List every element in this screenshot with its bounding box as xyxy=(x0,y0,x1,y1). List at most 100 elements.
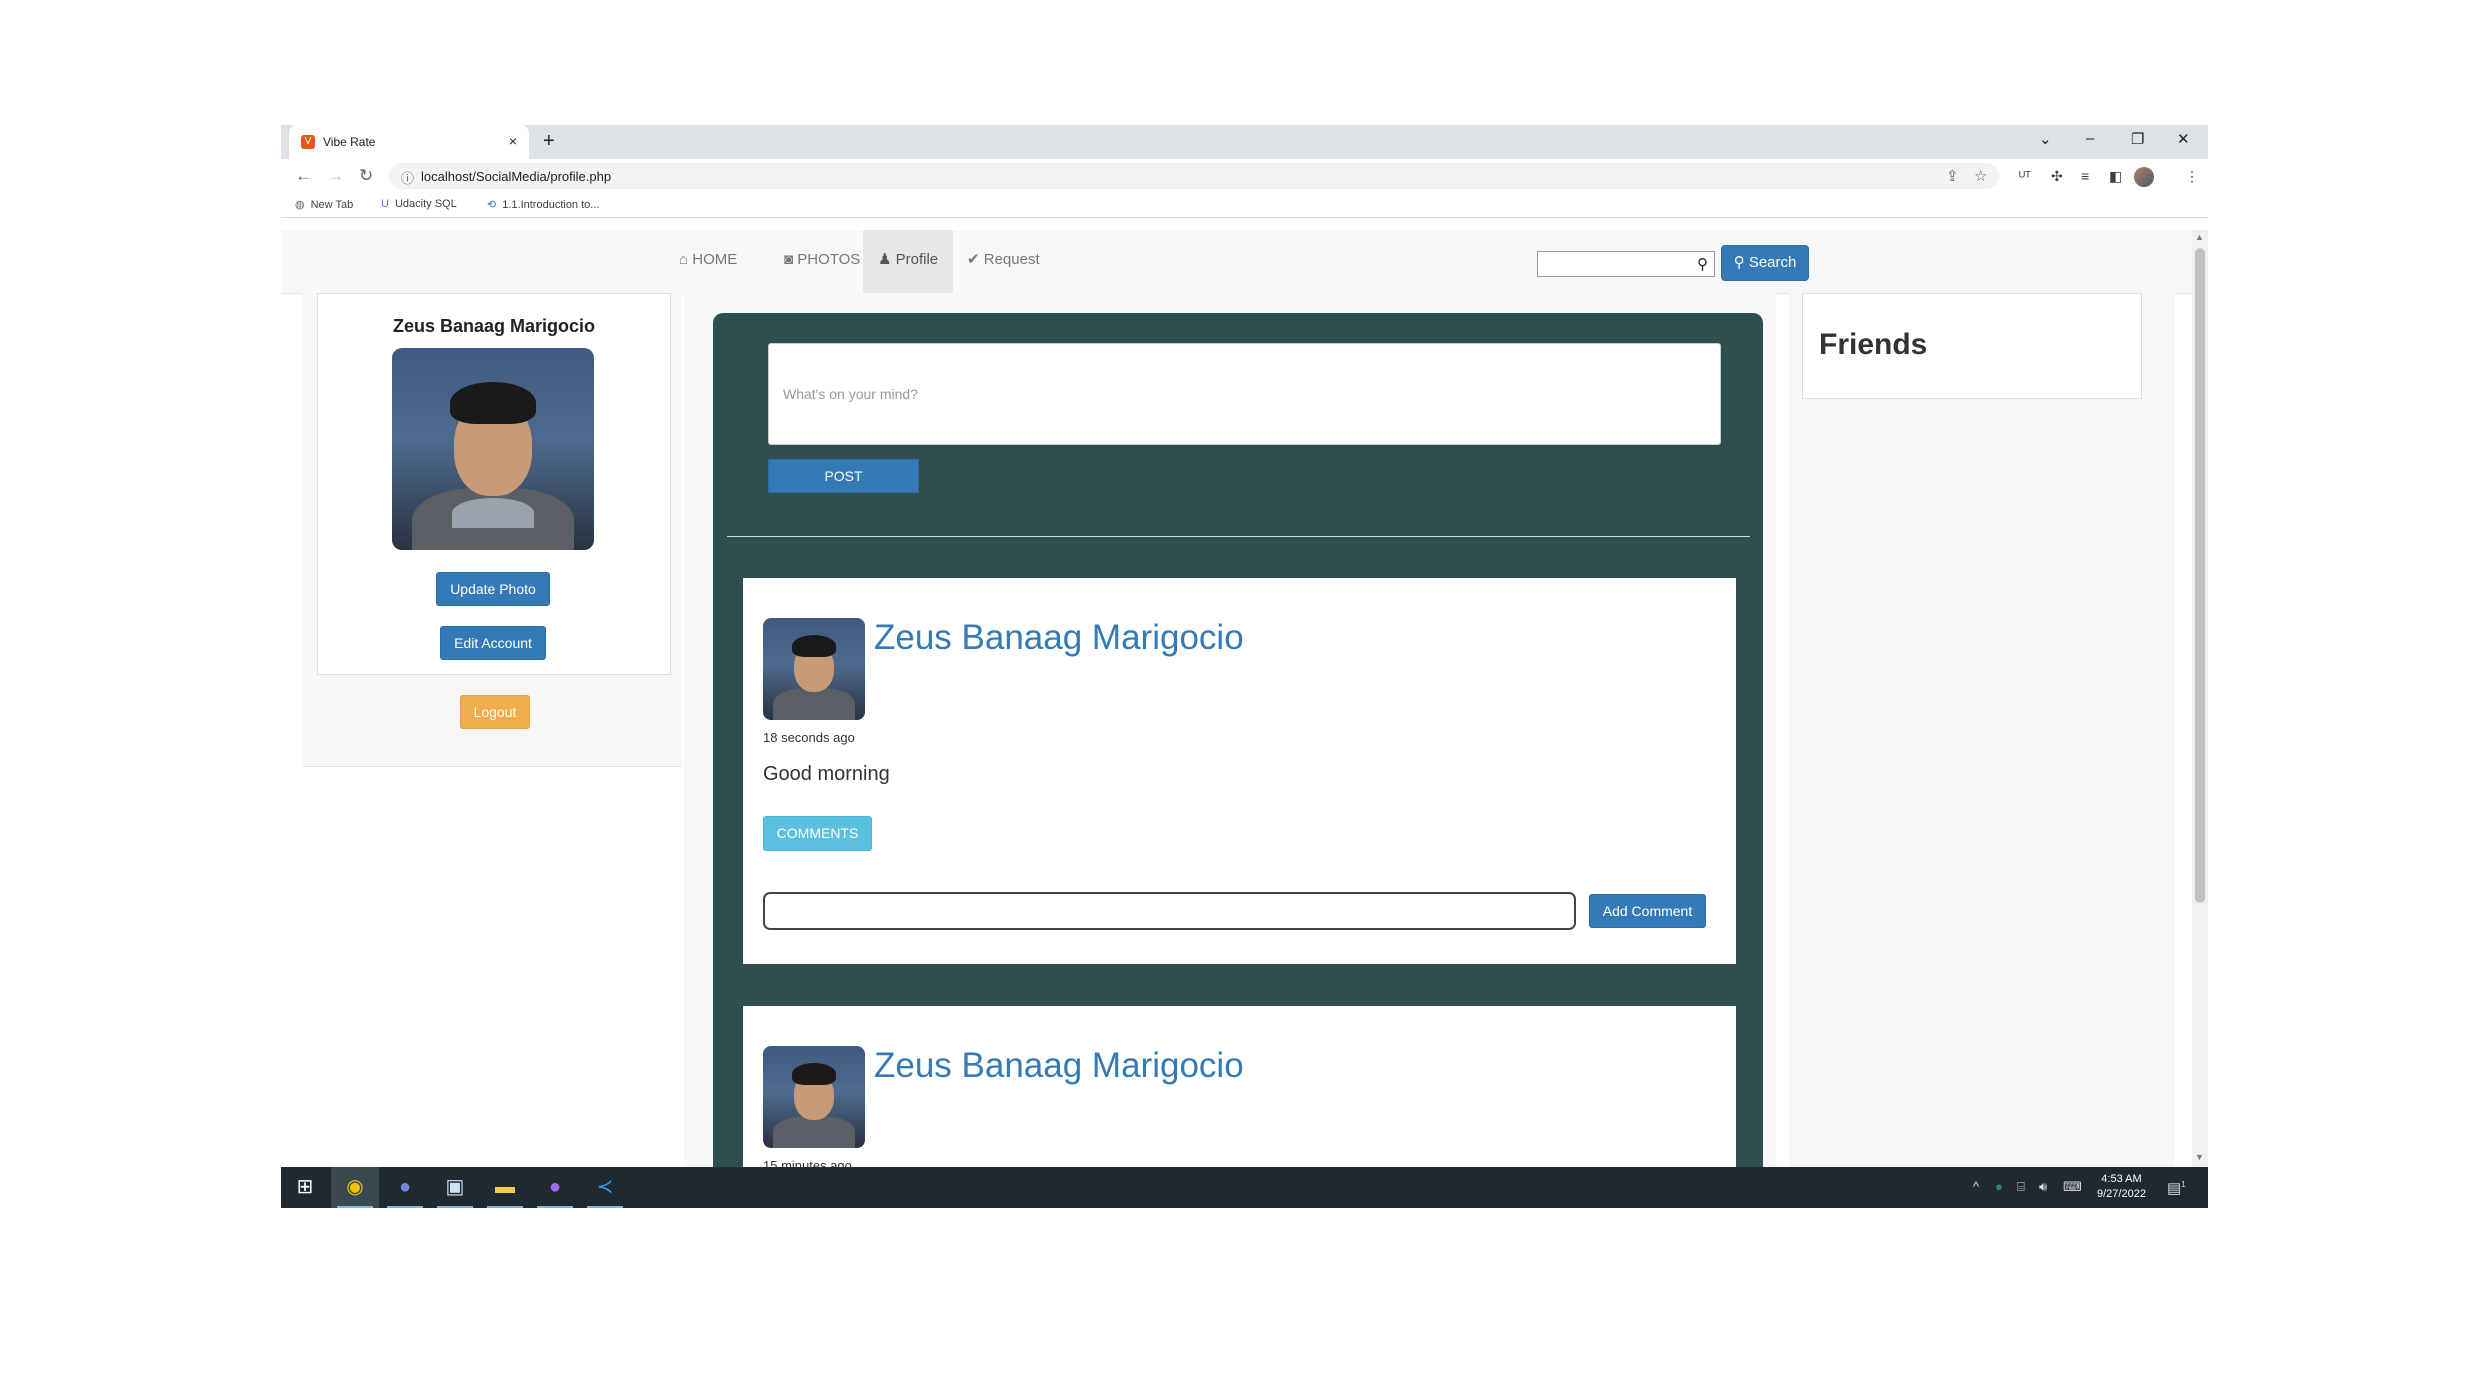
udacity-icon: U xyxy=(381,198,389,210)
notification-count: 1 xyxy=(2181,1180,2186,1189)
bookmark-star-icon[interactable]: ☆ xyxy=(1974,167,1987,185)
restore-button[interactable]: ❐ xyxy=(2131,130,2144,148)
scroll-thumb[interactable] xyxy=(2195,248,2205,903)
discord-icon[interactable]: ● xyxy=(381,1167,429,1208)
file-explorer-icon[interactable]: ▬ xyxy=(481,1167,529,1208)
profile-photo xyxy=(392,348,594,550)
address-bar[interactable]: ⓘ localhost/SocialMedia/profile.php ⇪ ☆ xyxy=(389,163,1999,189)
bookmark-introduction[interactable]: ⟲ 1.1.Introduction to... xyxy=(487,198,599,211)
network-icon[interactable]: ⌸ xyxy=(2017,1179,2025,1195)
feed-column: What's on your mind? POST Zeus Banaag Ma… xyxy=(684,293,1776,1167)
post-card: Zeus Banaag Marigocio 18 seconds ago Goo… xyxy=(743,578,1736,964)
browser-tab-strip: V Vibe Rate × + ⌄ – ❐ ✕ xyxy=(281,125,2208,159)
search-button[interactable]: ⚲ Search xyxy=(1721,245,1809,281)
bookmark-label: New Tab xyxy=(310,199,354,211)
post-timestamp: 18 seconds ago xyxy=(763,730,855,745)
search-icon: ⚲ xyxy=(1733,254,1745,271)
post-author-avatar[interactable] xyxy=(763,1046,865,1148)
share-icon[interactable]: ⇪ xyxy=(1946,167,1959,185)
nav-photos[interactable]: ◙ PHOTOS xyxy=(769,230,875,293)
browser-toolbar: ← → ↻ ⓘ localhost/SocialMedia/profile.ph… xyxy=(281,159,2208,193)
logout-button[interactable]: Logout xyxy=(460,695,530,729)
web-page: ⌂ HOME ◙ PHOTOS ♟ Profile ✔ Request ⚲ ⚲ … xyxy=(281,230,2192,1167)
nav-label: Profile xyxy=(895,251,939,268)
scroll-down-icon[interactable]: ▼ xyxy=(2195,1152,2204,1162)
post-author-name[interactable]: Zeus Banaag Marigocio xyxy=(874,618,1244,658)
site-favicon-icon: V xyxy=(301,135,315,149)
info-icon[interactable]: ⓘ xyxy=(401,168,414,187)
update-photo-button[interactable]: Update Photo xyxy=(436,572,550,606)
reload-icon[interactable]: ↻ xyxy=(359,166,373,186)
edit-account-button[interactable]: Edit Account xyxy=(440,626,546,660)
globe-icon: ◍ xyxy=(295,199,305,211)
search-input[interactable]: ⚲ xyxy=(1537,251,1715,277)
notification-icon[interactable]: ▤1 xyxy=(2167,1179,2186,1197)
scroll-up-icon[interactable]: ▲ xyxy=(2195,232,2204,242)
post-author-name[interactable]: Zeus Banaag Marigocio xyxy=(874,1046,1244,1086)
nav-request[interactable]: ✔ Request xyxy=(952,230,1055,293)
close-window-button[interactable]: ✕ xyxy=(2177,130,2190,148)
side-panel-icon[interactable]: ◧ xyxy=(2109,168,2122,185)
profile-card: Zeus Banaag Marigocio Update Photo Edit … xyxy=(317,293,671,675)
extension-ut-icon[interactable]: ᵁᵀ xyxy=(2019,168,2031,184)
nav-label: Request xyxy=(983,251,1040,268)
nav-home[interactable]: ⌂ HOME xyxy=(664,230,752,293)
screen: V Vibe Rate × + ⌄ – ❐ ✕ ← → ↻ ⓘ localhos… xyxy=(281,125,2208,1208)
bookmark-new-tab[interactable]: ◍ New Tab xyxy=(295,198,353,211)
browser-tab[interactable]: V Vibe Rate × xyxy=(289,125,529,159)
tab-title: Vibe Rate xyxy=(323,135,376,149)
forward-arrow-icon[interactable]: → xyxy=(327,166,344,186)
app-window-icon[interactable]: ▣ xyxy=(431,1167,479,1208)
post-button[interactable]: POST xyxy=(768,459,919,493)
volume-icon[interactable]: 🔊︎ xyxy=(2039,1179,2047,1195)
menu-kebab-icon[interactable]: ⋮ xyxy=(2185,168,2199,185)
status-placeholder: What's on your mind? xyxy=(783,386,918,402)
minimize-button[interactable]: – xyxy=(2086,130,2094,147)
search-icon: ⚲ xyxy=(1697,256,1708,273)
tab-close-icon[interactable]: × xyxy=(509,133,517,149)
link-icon: ⟲ xyxy=(487,199,497,211)
bookmark-label: Udacity SQL xyxy=(394,198,457,210)
friends-panel: Friends xyxy=(1802,293,2142,399)
page-scrollbar[interactable]: ▲ ▼ xyxy=(2192,230,2208,1167)
extensions-puzzle-icon[interactable]: ✣ xyxy=(2051,168,2063,185)
profile-avatar-icon[interactable] xyxy=(2134,167,2154,187)
feed-panel: What's on your mind? POST Zeus Banaag Ma… xyxy=(713,313,1763,1167)
divider xyxy=(727,536,1750,537)
comment-input[interactable] xyxy=(763,892,1576,930)
nav-profile[interactable]: ♟ Profile xyxy=(863,230,954,293)
post-text: Good morning xyxy=(763,763,890,785)
github-desktop-icon[interactable]: ● xyxy=(531,1167,579,1208)
back-arrow-icon[interactable]: ← xyxy=(295,166,312,186)
add-comment-button[interactable]: Add Comment xyxy=(1589,894,1706,928)
home-icon: ⌂ xyxy=(679,251,689,268)
keyboard-icon[interactable]: ⌨ xyxy=(2063,1179,2082,1195)
profile-column: Zeus Banaag Marigocio Update Photo Edit … xyxy=(302,293,682,767)
tray-app-icon[interactable]: ● xyxy=(1995,1179,2003,1194)
reading-list-icon[interactable]: ≡ xyxy=(2081,168,2089,184)
taskbar-clock[interactable]: 4:53 AM 9/27/2022 xyxy=(2097,1172,2146,1202)
new-tab-button[interactable]: + xyxy=(543,130,555,153)
bookmark-label: 1.1.Introduction to... xyxy=(502,199,600,211)
friends-title: Friends xyxy=(1819,328,1928,361)
bookmarks-bar: ◍ New Tab U Udacity SQL ⟲ 1.1.Introduction … xyxy=(281,193,2208,218)
url-text: localhost/SocialMedia/profile.php xyxy=(421,169,612,184)
clock-time: 4:53 AM xyxy=(2101,1173,2142,1185)
windows-taskbar: ⊞ ◉ ● ▣ ▬ ● ≺ ^ ● ⌸ 🔊︎ ⌨ 4:53 AM 9/27/20… xyxy=(281,1167,2208,1208)
post-timestamp: 15 minutes ago xyxy=(763,1158,852,1167)
vscode-icon[interactable]: ≺ xyxy=(581,1167,629,1208)
check-icon: ✔ xyxy=(967,251,980,268)
user-icon: ♟ xyxy=(878,251,892,268)
tray-chevron-icon[interactable]: ^ xyxy=(1973,1179,1979,1194)
bookmark-udacity-sql[interactable]: U Udacity SQL xyxy=(381,198,457,210)
friends-column: Friends xyxy=(1789,293,2175,1167)
chrome-icon[interactable]: ◉ xyxy=(331,1167,379,1208)
status-input[interactable]: What's on your mind? xyxy=(768,343,1721,445)
post-author-avatar[interactable] xyxy=(763,618,865,720)
windows-start-icon[interactable]: ⊞ xyxy=(281,1167,329,1208)
comments-button[interactable]: COMMENTS xyxy=(763,816,872,851)
camera-icon: ◙ xyxy=(784,251,794,268)
tab-search-icon[interactable]: ⌄ xyxy=(2039,130,2052,148)
clock-date: 9/27/2022 xyxy=(2097,1188,2146,1200)
site-navbar: ⌂ HOME ◙ PHOTOS ♟ Profile ✔ Request ⚲ ⚲ … xyxy=(281,230,2192,294)
